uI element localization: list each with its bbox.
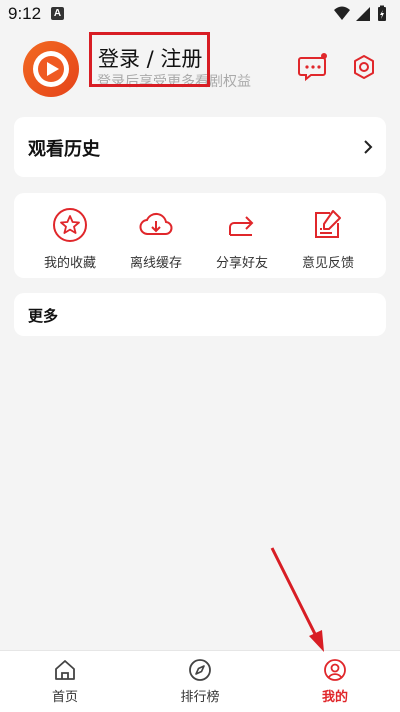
action-label: 我的收藏 [43,256,96,271]
compass-icon [187,657,213,683]
status-time: 9:12 [8,4,42,23]
notification-icon: A [51,7,64,20]
action-share[interactable]: 分享好友 [202,207,282,271]
message-icon[interactable] [296,50,330,84]
tab-label: 排行榜 [180,690,220,705]
wifi-icon [334,6,350,20]
app-logo[interactable] [23,41,79,97]
action-label: 分享好友 [215,256,268,271]
highlight-box [89,32,210,87]
watch-history-row[interactable]: 观看历史 [14,117,386,177]
status-bar: 9:12 A [0,0,400,28]
home-icon [52,657,78,683]
more-row[interactable]: 更多 [14,293,386,336]
cloud-download-icon [138,207,174,243]
action-offline-cache[interactable]: 离线缓存 [116,207,196,271]
profile-icon [322,657,348,683]
battery-icon [378,5,386,21]
quick-actions: 我的收藏 离线缓存 分享好友 意见反馈 [14,193,386,278]
action-favorites[interactable]: 我的收藏 [30,207,110,271]
bottom-tab-bar: 首页 排行榜 我的 [0,650,400,712]
feedback-icon [310,207,346,243]
status-icons [332,5,392,28]
tab-mine[interactable]: 我的 [285,657,385,705]
tab-home[interactable]: 首页 [15,657,115,705]
tab-label: 我的 [321,690,348,705]
action-label: 离线缓存 [129,256,182,271]
action-feedback[interactable]: 意见反馈 [288,207,368,271]
chevron-right-icon [362,139,374,159]
action-label: 意见反馈 [301,256,354,271]
more-label: 更多 [28,307,59,325]
settings-icon[interactable] [347,50,381,84]
tab-rankings[interactable]: 排行榜 [150,657,250,705]
signal-icon [356,7,370,21]
tab-label: 首页 [51,690,78,705]
star-icon [52,207,88,243]
share-icon [224,207,260,243]
watch-history-label: 观看历史 [28,139,100,160]
